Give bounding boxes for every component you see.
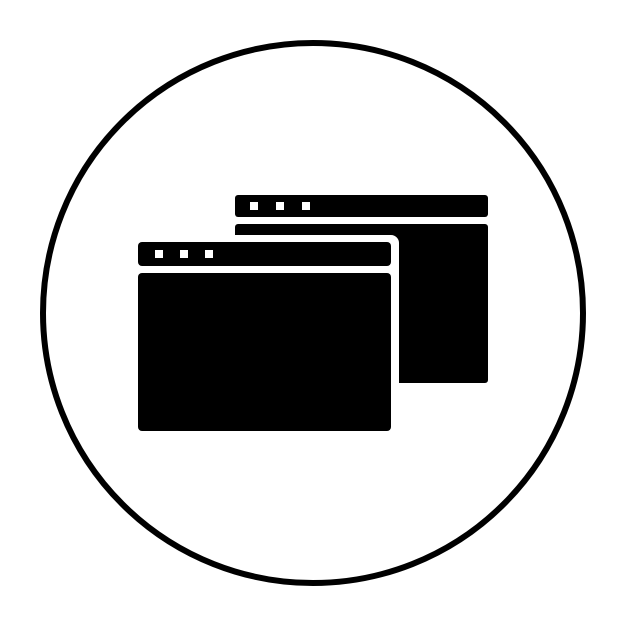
front-window-dot <box>180 250 188 258</box>
back-window-dot <box>276 202 284 210</box>
front-window-dot <box>155 250 163 258</box>
multiple-windows-icon <box>40 40 586 586</box>
icon-canvas <box>0 0 626 626</box>
back-window-dot <box>250 202 258 210</box>
front-window-dot <box>205 250 213 258</box>
front-window-titlebar <box>138 242 391 266</box>
back-window-titlebar <box>235 195 488 217</box>
back-window-dot <box>302 202 310 210</box>
front-window-body <box>138 273 391 431</box>
